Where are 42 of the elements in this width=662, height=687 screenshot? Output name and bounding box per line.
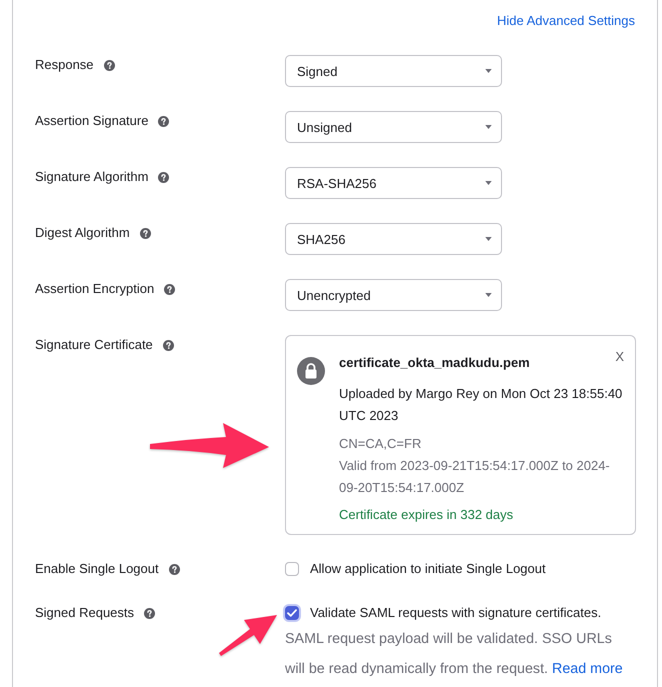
hide-advanced-settings-link[interactable]: Hide Advanced Settings (496, 12, 635, 30)
field-label: Signed Requests (35, 604, 134, 622)
checkbox-label[interactable]: Validate SAML requests with signature certificates. (310, 603, 602, 623)
certificate-subject: CN=CA,C=FR (339, 435, 422, 453)
help-icon[interactable] (104, 60, 115, 70)
certificate-filename: certificate_okta_madkudu.pem (339, 354, 530, 372)
field-label: Digest Algorithm (35, 224, 130, 242)
field-label: Signature Certificate (35, 336, 153, 354)
checkmark-icon (287, 609, 297, 617)
dropdown-select[interactable]: Unencrypted (285, 279, 502, 311)
help-icon[interactable] (140, 228, 151, 238)
caret-icon (485, 69, 492, 73)
annotation-arrow (219, 615, 277, 656)
help-icon[interactable] (164, 284, 176, 294)
field-label: Enable Single Logout (35, 560, 159, 578)
help-icon[interactable] (158, 116, 170, 126)
field-label: Response (35, 56, 94, 74)
help-icon[interactable] (168, 564, 180, 574)
dropdown-select[interactable]: Signed (285, 55, 502, 87)
upload-info: Uploaded by Margo Rey on Mon Oct 23 18:55:40 UTC 2023 (339, 385, 623, 425)
help-icon[interactable] (158, 172, 170, 182)
checkbox[interactable] (285, 562, 299, 576)
expiry-status: Certificate expires in 332 days (339, 506, 514, 524)
help-icon[interactable] (144, 608, 156, 618)
checkbox[interactable] (285, 606, 299, 620)
caret-icon (485, 181, 492, 185)
help-icon[interactable] (162, 340, 174, 350)
lock-icon (297, 357, 325, 385)
dropdown-select[interactable]: RSA-SHA256 (285, 167, 502, 199)
caret-icon (485, 125, 492, 129)
dropdown-select[interactable]: Unsigned (285, 111, 502, 143)
read-more-link[interactable]: Read more (552, 661, 623, 677)
checkbox-label[interactable]: Allow application to initiate Single Logout (310, 559, 546, 579)
caret-icon (485, 237, 492, 241)
close-button[interactable]: X (613, 349, 626, 365)
dropdown-select[interactable]: SHA256 (285, 223, 502, 255)
field-label: Signature Algorithm (35, 168, 148, 186)
caret-icon (485, 293, 492, 297)
field-label: Assertion Signature (35, 112, 148, 130)
help-text: SAML request payload will be validated. SSO URLs will be read dynamically from the request. Read more (285, 630, 624, 679)
field-label: Assertion Encryption (35, 280, 154, 298)
validity-period: Valid from 2023-09-21T15:54:17.000Z to 2024-09-20T15:54:17.000Z (339, 457, 611, 497)
